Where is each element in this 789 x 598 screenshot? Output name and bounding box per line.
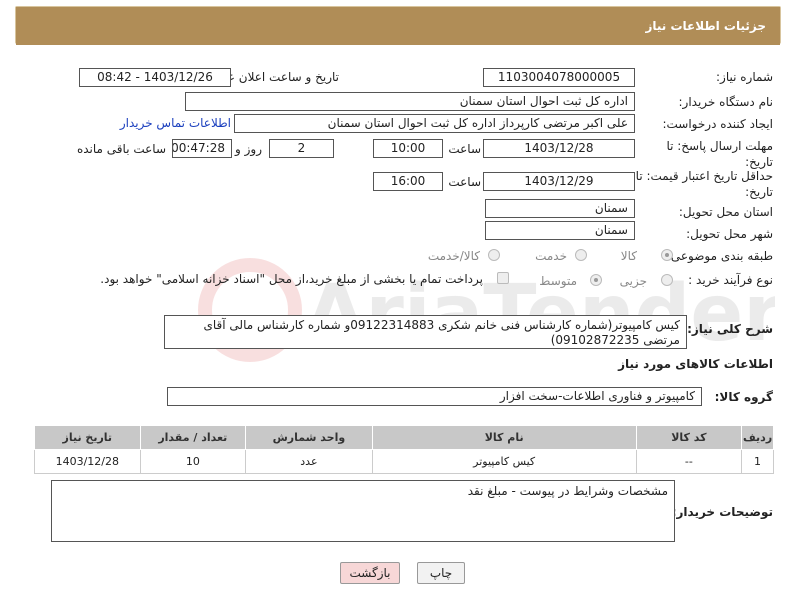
category-goods-radio[interactable] bbox=[661, 249, 673, 261]
validity-time: 16:00 bbox=[373, 172, 443, 191]
col-code: کد کالا bbox=[635, 425, 743, 450]
payment-note: پرداخت تمام یا بخشی از مبلغ خرید،از محل … bbox=[100, 272, 483, 286]
cell-code: -- bbox=[635, 449, 743, 474]
city-value: سمنان bbox=[485, 221, 635, 240]
description-label: شرح کلی نیاز: bbox=[687, 322, 773, 336]
treasury-payment-checkbox[interactable] bbox=[497, 272, 509, 284]
need-number-label: شماره نیاز: bbox=[716, 70, 773, 84]
process-medium-label: متوسط bbox=[539, 274, 577, 288]
validity-date: 1403/12/29 bbox=[483, 172, 635, 191]
deadline-label: مهلت ارسال پاسخ: تا تاریخ: bbox=[666, 139, 773, 169]
province-value: سمنان bbox=[485, 199, 635, 218]
header-panel: جزئیات اطلاعات نیاز bbox=[15, 6, 781, 45]
category-service-radio[interactable] bbox=[575, 249, 587, 261]
province-label: استان محل تحویل: bbox=[678, 205, 773, 219]
table-row: 1 -- کیس کامپیوتر عدد 10 1403/12/28 bbox=[34, 449, 774, 474]
remaining-time: 00:47:28 bbox=[172, 139, 232, 158]
cell-name: کیس کامپیوتر bbox=[371, 449, 637, 474]
need-number-value: 1103004078000005 bbox=[483, 68, 635, 87]
deadline-time-label: ساعت bbox=[448, 142, 481, 156]
goods-group-value: کامپیوتر و فناوری اطلاعات-سخت افزار bbox=[167, 387, 702, 406]
contact-info-link[interactable]: اطلاعات تماس خریدار bbox=[120, 116, 231, 130]
process-label: نوع فرآیند خرید : bbox=[688, 273, 773, 287]
category-goods-label: کالا bbox=[620, 249, 637, 263]
goods-group-label: گروه کالا: bbox=[714, 390, 773, 404]
city-label: شهر محل تحویل: bbox=[686, 227, 773, 241]
col-row: ردیف bbox=[741, 425, 774, 450]
print-button[interactable]: چاپ bbox=[417, 562, 465, 584]
cell-row: 1 bbox=[741, 449, 774, 474]
page-title: جزئیات اطلاعات نیاز bbox=[16, 7, 780, 45]
days-value: 2 bbox=[269, 139, 334, 158]
col-unit: واحد شمارش bbox=[245, 425, 373, 450]
watermark-logo: AriaTender.neT bbox=[198, 258, 775, 362]
cell-unit: عدد bbox=[245, 449, 373, 474]
goods-table-header: ردیف کد کالا نام کالا واحد شمارش تعداد /… bbox=[34, 425, 774, 450]
category-label: طبقه بندی موضوعی: bbox=[666, 249, 773, 263]
col-need-date: تاریخ نیاز bbox=[34, 425, 141, 450]
process-partial-label: جزیی bbox=[619, 274, 647, 288]
category-goods-service-radio[interactable] bbox=[488, 249, 500, 261]
validity-label: حداقل تاریخ اعتبار قیمت: تا تاریخ: bbox=[635, 169, 773, 199]
deadline-date: 1403/12/28 bbox=[483, 139, 635, 158]
category-goods-service-label: کالا/خدمت bbox=[427, 249, 480, 263]
buyer-notes-textarea[interactable]: مشخصات وشرایط در پیوست - مبلغ نقد bbox=[51, 480, 675, 542]
goods-section-title: اطلاعات کالاهای مورد نیاز bbox=[618, 357, 773, 371]
days-label: روز و bbox=[235, 142, 262, 156]
announce-value: 1403/12/26 - 08:42 bbox=[79, 68, 231, 87]
process-medium-radio[interactable] bbox=[590, 274, 602, 286]
category-service-label: خدمت bbox=[535, 249, 567, 263]
description-textarea[interactable]: کیس کامپیوتر(شماره کارشناس فنی خانم شکری… bbox=[164, 315, 687, 349]
col-quantity: تعداد / مقدار bbox=[139, 425, 247, 450]
creator-value: علی اکبر مرتضی کارپرداز اداره کل ثبت احو… bbox=[234, 114, 635, 133]
col-name: نام کالا bbox=[371, 425, 637, 450]
cell-quantity: 10 bbox=[139, 449, 247, 474]
back-button[interactable]: بازگشت bbox=[340, 562, 400, 584]
deadline-time: 10:00 bbox=[373, 139, 443, 158]
buyer-notes-label: توضیحات خریدار: bbox=[671, 505, 773, 519]
goods-table: ردیف کد کالا نام کالا واحد شمارش تعداد /… bbox=[34, 425, 774, 474]
cell-need-date: 1403/12/28 bbox=[34, 449, 141, 474]
creator-label: ایجاد کننده درخواست: bbox=[662, 117, 773, 131]
buyer-org-value: اداره کل ثبت احوال استان سمنان bbox=[185, 92, 635, 111]
process-partial-radio[interactable] bbox=[661, 274, 673, 286]
validity-time-label: ساعت bbox=[448, 175, 481, 189]
buyer-org-label: نام دستگاه خریدار: bbox=[678, 95, 774, 109]
remaining-label: ساعت باقی مانده bbox=[76, 142, 166, 156]
